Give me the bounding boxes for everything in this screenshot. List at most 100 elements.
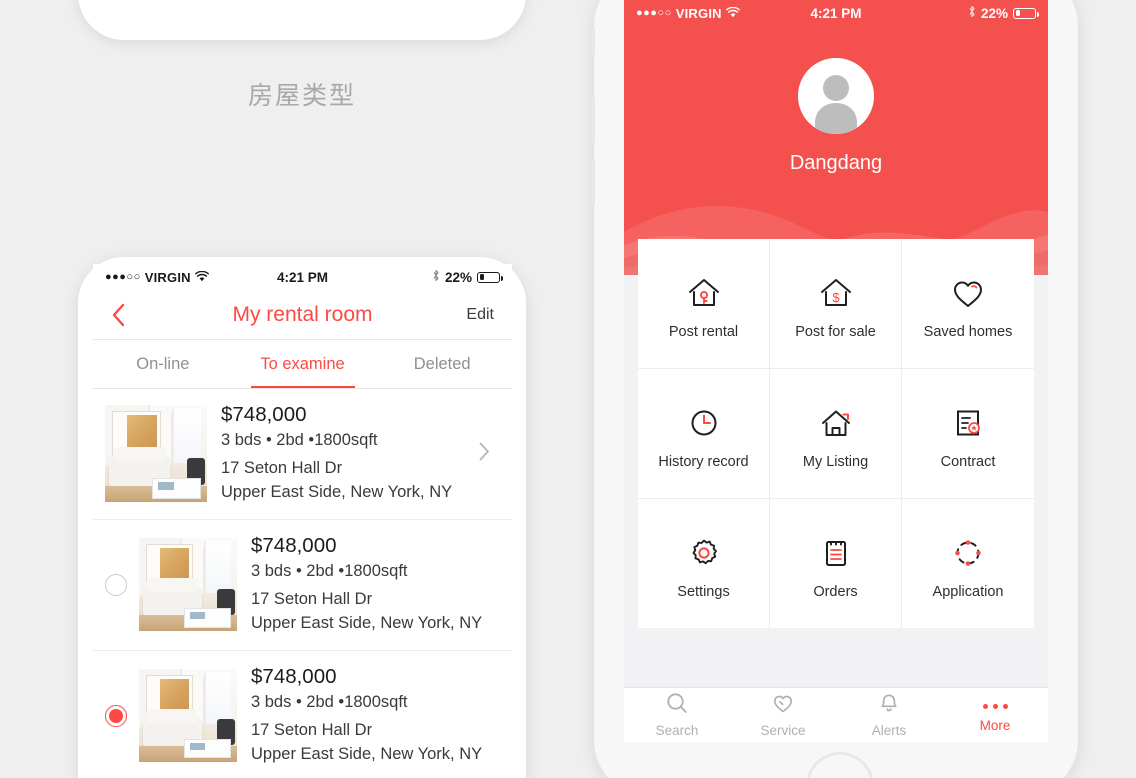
table-row[interactable]: $748,000 3 bds • 2bd •1800sqft 17 Seton …	[93, 650, 512, 778]
listing-specs: 3 bds • 2bd •1800sqft	[251, 692, 408, 711]
mute-switch	[591, 28, 595, 56]
left-navbar: My rental room Edit	[93, 290, 512, 340]
menu-item-label: Contract	[940, 454, 996, 470]
top-phone-frame	[78, 0, 526, 40]
listing-address-line1: 17 Seton Hall Dr	[221, 459, 343, 477]
bluetooth-icon	[432, 269, 440, 285]
status-time: 4:21 PM	[276, 269, 329, 285]
back-button[interactable]	[105, 302, 131, 328]
right-phone-screen: ●●●○○ VIRGIN 4:21 PM 22% Dangdang Post r…	[624, 0, 1048, 742]
table-row[interactable]: $748,000 3 bds • 2bd •1800sqft 17 Seton …	[93, 519, 512, 651]
heart-icon	[948, 267, 988, 311]
wifi-icon	[725, 6, 740, 21]
menu-item-settings[interactable]: Settings	[638, 499, 770, 628]
tab-to-examine[interactable]: To examine	[233, 340, 373, 388]
listing-address-line2: Upper East Side, New York, NY	[221, 482, 453, 501]
profile-username: Dangdang	[789, 152, 883, 174]
house-home-icon	[816, 397, 856, 441]
listing-info: $748,000 3 bds • 2bd •1800sqft 17 Seton …	[237, 665, 500, 767]
edit-button[interactable]: Edit	[466, 306, 494, 324]
menu-item-history-record[interactable]: History record	[638, 369, 770, 499]
status-left-group: ●●●○○ VIRGIN	[636, 6, 810, 21]
chevron-right-icon[interactable]	[473, 442, 500, 466]
status-right-group: 22%	[862, 5, 1039, 21]
menu-item-application[interactable]: Application	[902, 499, 1034, 628]
menu-item-label: Application	[932, 584, 1004, 600]
volume-down-button	[591, 158, 595, 206]
listing-radio-unselected[interactable]	[105, 573, 127, 596]
tab-label: Search	[655, 723, 699, 738]
volume-up-button	[591, 96, 595, 144]
listing-price: $748,000	[251, 664, 337, 688]
menu-item-my-listing[interactable]: My Listing	[770, 369, 902, 499]
table-row[interactable]: $748,000 3 bds • 2bd •1800sqft 17 Seton …	[93, 389, 512, 520]
menu-item-label: Saved homes	[923, 324, 1013, 340]
ellipsis-icon	[982, 697, 1008, 715]
dashed-circle-dots-icon	[948, 527, 988, 571]
profile-menu-grid: Post rental $ Post for sale Saved homes …	[638, 239, 1034, 628]
top-phone-screen	[94, 0, 510, 10]
listing-price: $748,000	[221, 403, 307, 426]
carrier-label: VIRGIN	[675, 5, 722, 21]
avatar[interactable]	[798, 58, 874, 134]
signal-dots-icon: ●●●○○	[636, 6, 672, 19]
top-phone-caption: 房屋类型	[247, 81, 356, 110]
listing-address-line2: Upper East Side, New York, NY	[251, 613, 483, 632]
tab-label: More	[979, 718, 1011, 733]
document-seal-icon	[948, 397, 988, 441]
battery-percent-label: 22%	[444, 269, 472, 285]
listing-thumbnail	[105, 405, 207, 503]
wifi-icon	[194, 270, 209, 285]
menu-item-label: Post for sale	[795, 324, 876, 340]
tab-more[interactable]: More	[942, 688, 1048, 742]
status-left-group: ●●●○○ VIRGIN	[105, 270, 277, 285]
clock-icon	[684, 397, 724, 441]
battery-percent-label: 22%	[980, 5, 1008, 21]
left-phone-screen: ●●●○○ VIRGIN 4:21 PM 22% My rental room …	[93, 264, 512, 778]
bell-icon	[877, 692, 901, 720]
listing-radio-selected[interactable]	[105, 704, 127, 727]
tab-deleted[interactable]: Deleted	[372, 340, 512, 388]
menu-item-saved-homes[interactable]: Saved homes	[902, 239, 1034, 369]
menu-item-label: Settings	[677, 584, 730, 600]
listing-status-tabs: On-line To examine Deleted	[93, 340, 512, 389]
tab-service[interactable]: Service	[730, 688, 836, 742]
listing-info: $748,000 3 bds • 2bd •1800sqft 17 Seton …	[237, 534, 500, 636]
menu-item-post-rental[interactable]: Post rental	[638, 239, 770, 369]
menu-item-contract[interactable]: Contract	[902, 369, 1034, 499]
listing-thumbnail	[139, 669, 237, 763]
signal-dots-icon: ●●●○○	[105, 270, 141, 283]
carrier-label: VIRGIN	[144, 269, 191, 285]
menu-item-orders[interactable]: Orders	[770, 499, 902, 628]
battery-icon	[1013, 7, 1039, 19]
listing-address-line1: 17 Seton Hall Dr	[251, 720, 373, 739]
listing-address-line2: Upper East Side, New York, NY	[251, 744, 483, 763]
tab-label: Alerts	[871, 723, 907, 738]
listing-specs: 3 bds • 2bd •1800sqft	[221, 431, 378, 449]
menu-item-label: My Listing	[802, 454, 869, 470]
svg-text:$: $	[832, 290, 840, 305]
search-icon	[665, 692, 689, 720]
status-right-group: 22%	[328, 269, 503, 285]
tab-search[interactable]: Search	[624, 688, 730, 742]
battery-icon	[477, 271, 503, 283]
tab-alerts[interactable]: Alerts	[836, 688, 942, 742]
menu-item-post-for-sale[interactable]: $ Post for sale	[770, 239, 902, 369]
left-status-bar: ●●●○○ VIRGIN 4:21 PM 22%	[93, 264, 512, 290]
house-key-icon	[684, 267, 724, 311]
bluetooth-icon	[968, 5, 976, 21]
listing-info: $748,000 3 bds • 2bd •1800sqft 17 Seton …	[207, 403, 473, 505]
tab-label: Service	[760, 723, 806, 738]
bottom-tab-bar: Search Service Alerts More	[624, 687, 1048, 742]
listing-thumbnail	[139, 538, 237, 632]
menu-item-label: Post rental	[668, 324, 739, 340]
tab-on-line[interactable]: On-line	[93, 340, 233, 388]
gear-icon	[684, 527, 724, 571]
user-avatar-icon	[798, 58, 874, 134]
listing-price: $748,000	[251, 533, 337, 557]
listing-specs: 3 bds • 2bd •1800sqft	[251, 561, 408, 580]
profile-header: ●●●○○ VIRGIN 4:21 PM 22% Dangdang	[624, 0, 1048, 275]
listing-address-line1: 17 Seton Hall Dr	[251, 589, 373, 608]
heart-outline-icon	[771, 692, 795, 720]
clipboard-icon	[816, 527, 856, 571]
